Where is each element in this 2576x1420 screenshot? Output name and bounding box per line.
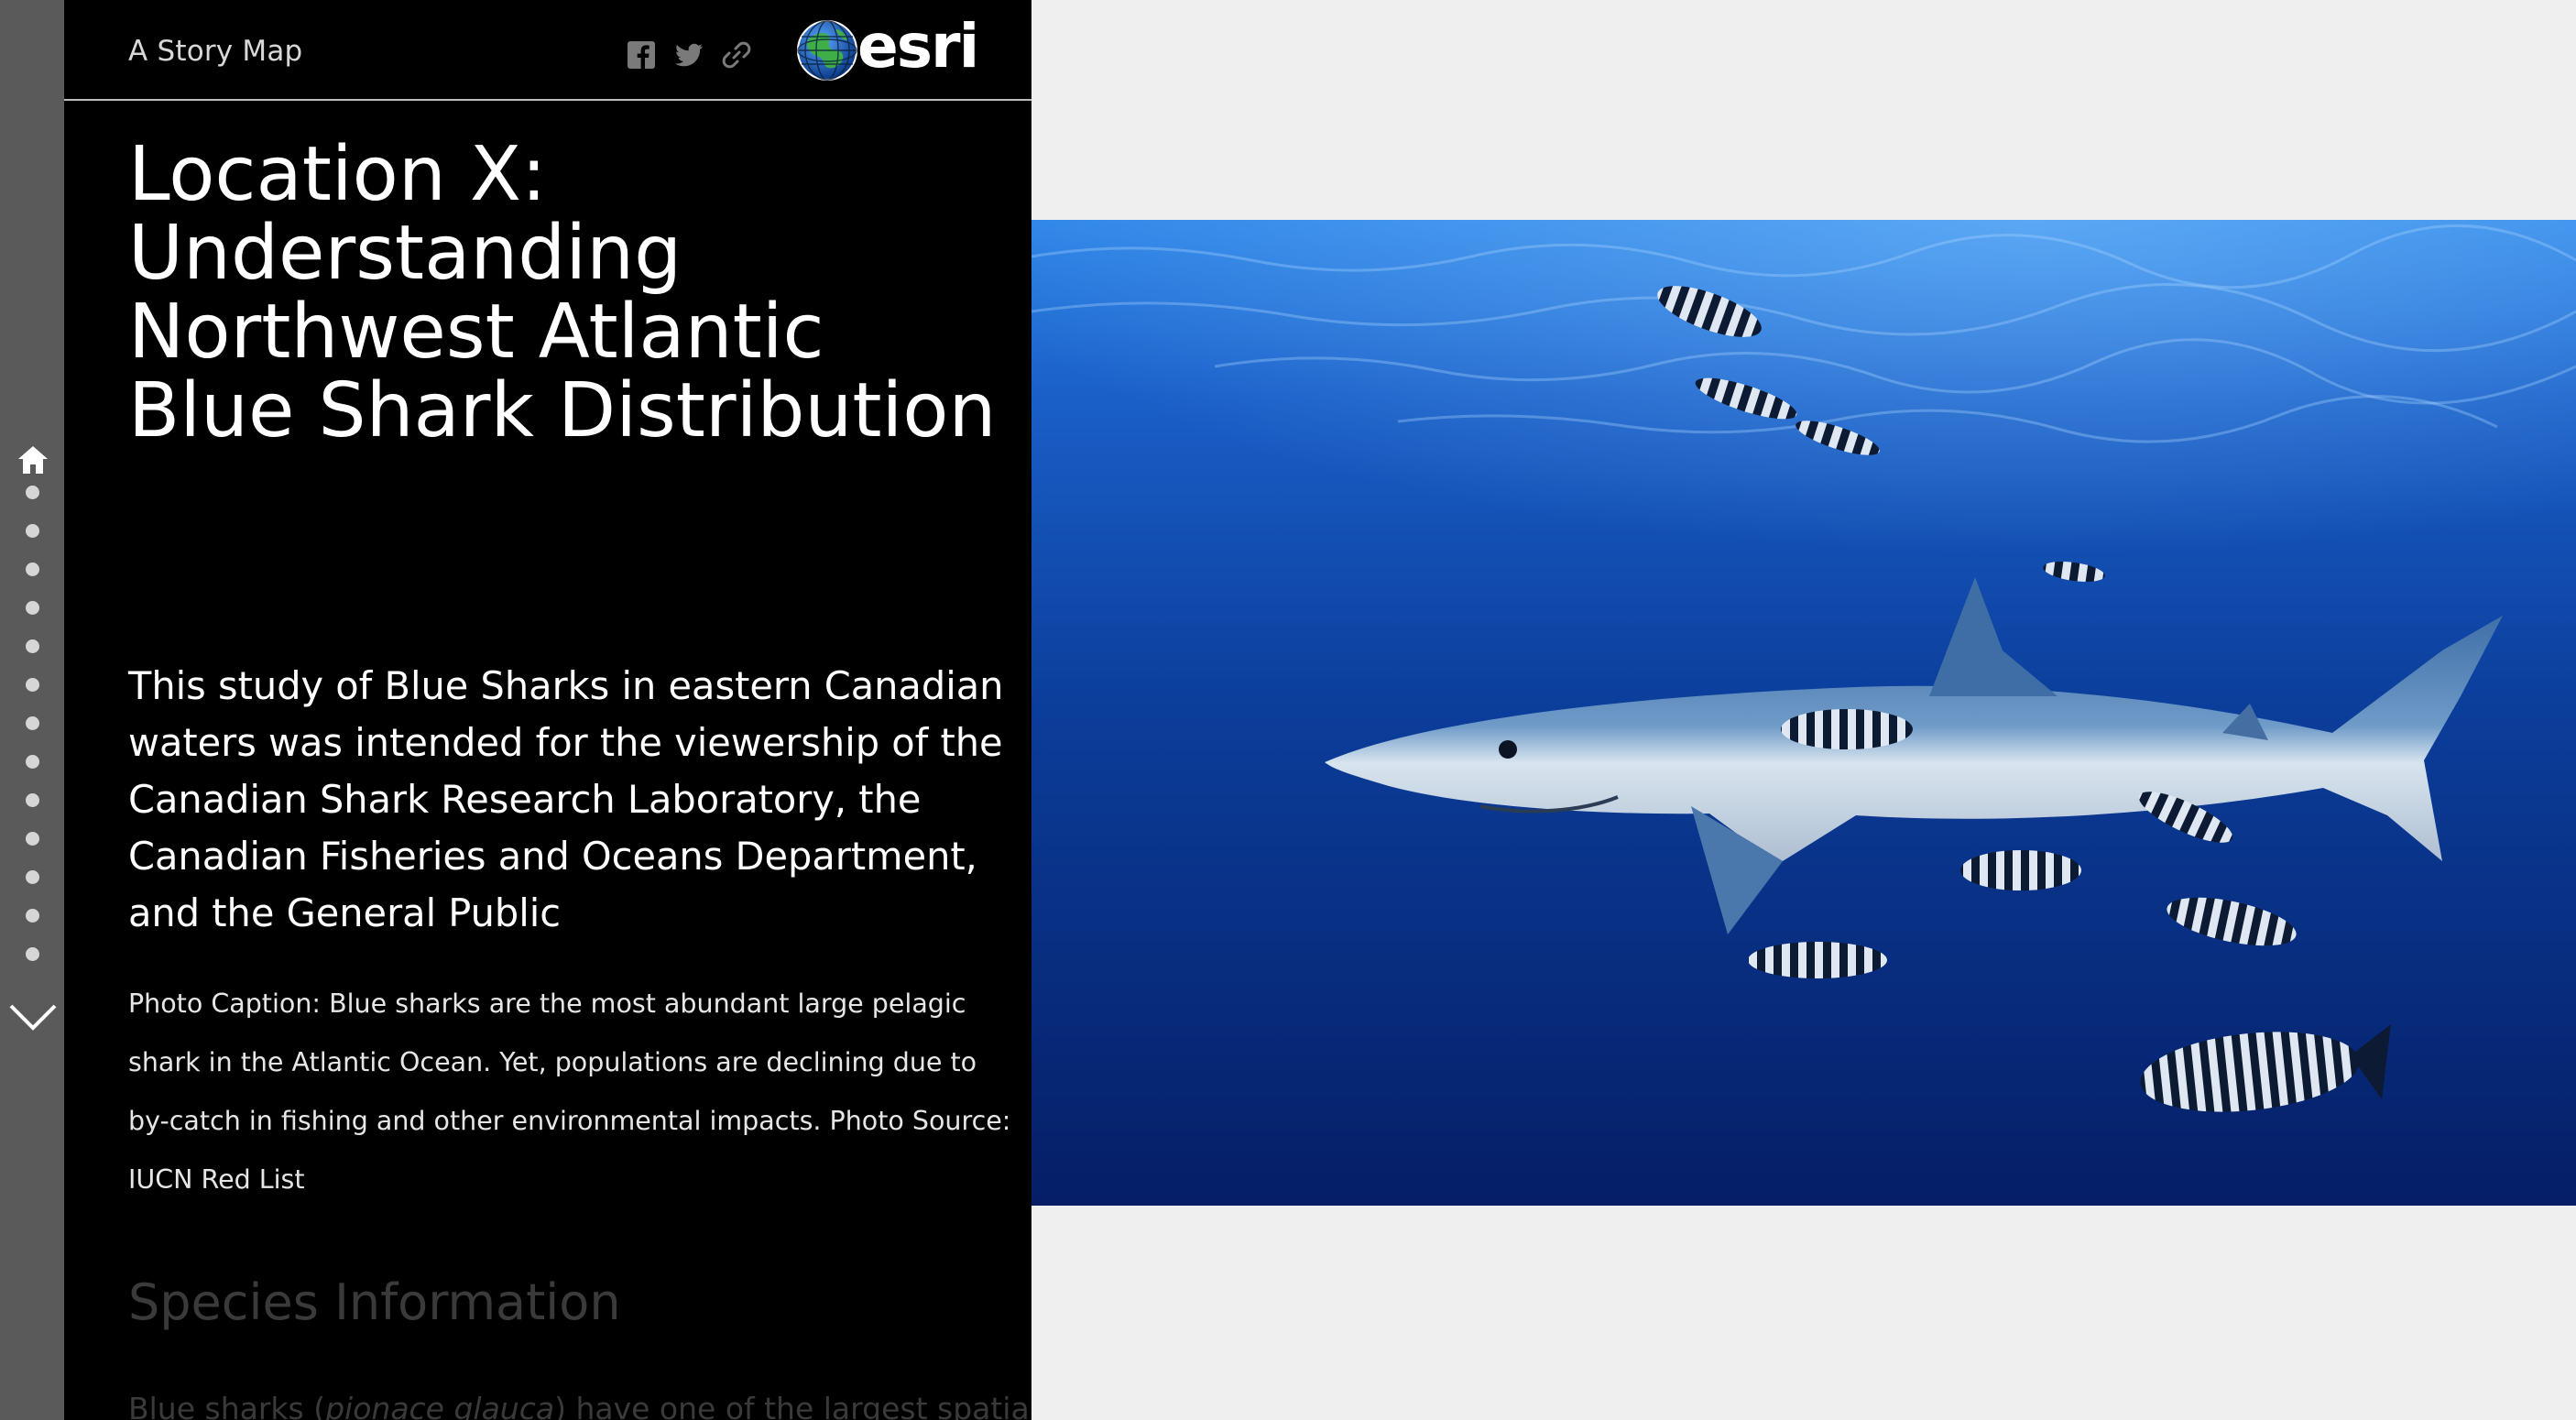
nav-dot-6[interactable] [26, 678, 39, 692]
story-title: Location X: Understanding Northwest Atla… [128, 131, 997, 454]
nav-dot-7[interactable] [26, 716, 39, 730]
facebook-icon[interactable] [625, 38, 658, 71]
section-body-start: Blue sharks ( [128, 1391, 326, 1420]
esri-wordmark: esri [857, 11, 979, 82]
header-bar: A Story Map esri [64, 0, 1031, 101]
nav-dot-3[interactable] [26, 563, 39, 576]
link-icon[interactable] [720, 38, 753, 71]
nav-dot-4[interactable] [26, 601, 39, 615]
nav-dot-2[interactable] [26, 524, 39, 538]
photo-caption: Photo Caption: Blue sharks are the most … [128, 989, 1011, 1195]
section-body-preview: Blue sharks (pionace glauca) have one of… [128, 1391, 1031, 1420]
nav-dot-9[interactable] [26, 793, 39, 807]
story-intro: This study of Blue Sharks in eastern Can… [128, 663, 1004, 935]
chevron-down-icon[interactable] [8, 999, 58, 1035]
esri-logo[interactable]: esri [795, 11, 979, 86]
side-panel: A Story Map esri Location X: Understandi… [64, 0, 1031, 1420]
story-map-app: A Story Map esri Location X: Understandi… [0, 0, 2576, 1420]
blue-shark-photo [1031, 220, 2576, 1206]
nav-dot-12[interactable] [26, 909, 39, 923]
nav-dot-13[interactable] [26, 947, 39, 961]
globe-icon [797, 20, 857, 81]
twitter-icon[interactable] [672, 38, 705, 71]
section-body-end: ) have one of the largest spatial [554, 1391, 1031, 1420]
header-title: A Story Map [128, 35, 303, 68]
nav-dot-5[interactable] [26, 639, 39, 653]
nav-dot-1[interactable] [26, 486, 39, 499]
species-name: pionace glauca [325, 1391, 555, 1420]
section-navigation [0, 0, 64, 1420]
nav-dot-11[interactable] [26, 870, 39, 884]
section-heading-species: Species Information [128, 1273, 621, 1331]
nav-dot-8[interactable] [26, 755, 39, 769]
nav-dot-10[interactable] [26, 832, 39, 846]
home-icon[interactable] [16, 443, 49, 476]
